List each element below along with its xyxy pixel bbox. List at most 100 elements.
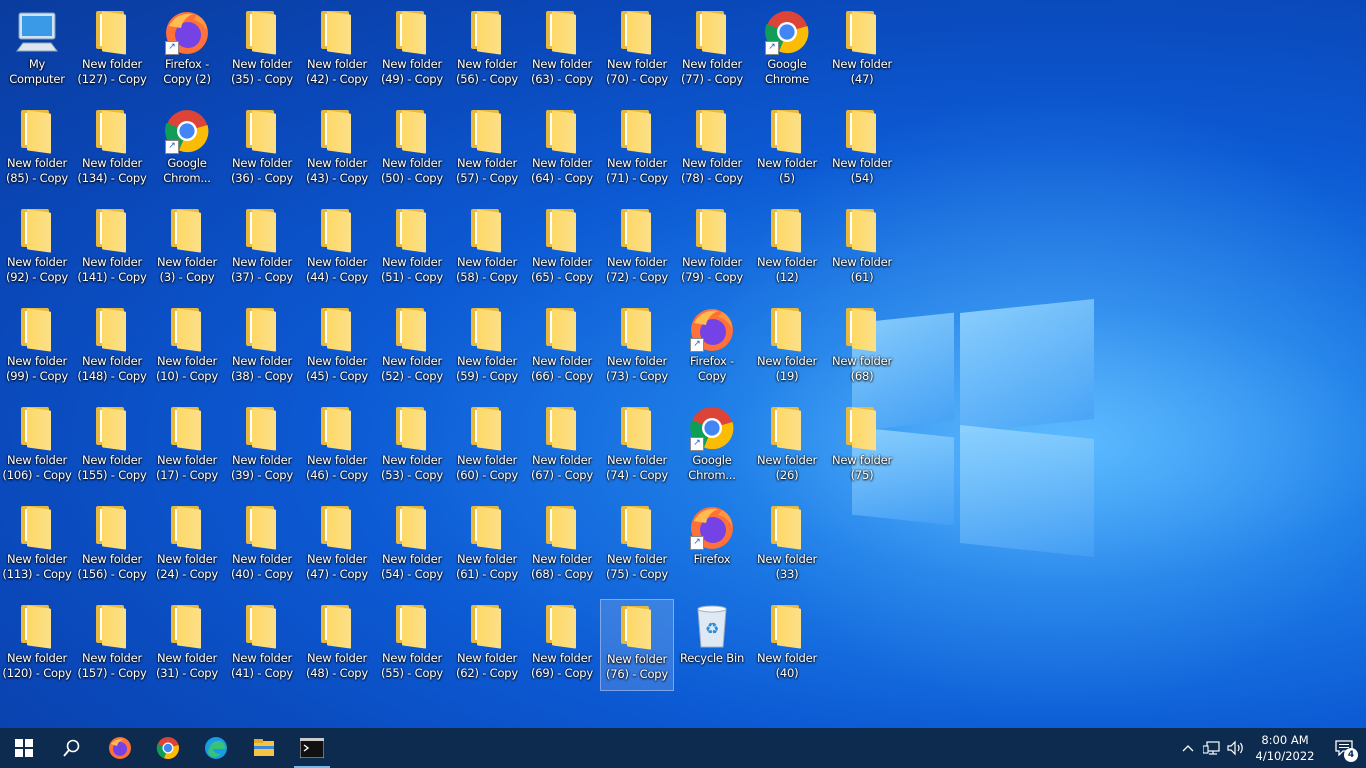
desktop-icon[interactable]: New folder (43) - Copy [300,104,374,196]
desktop-icon[interactable]: New folder (64) - Copy [525,104,599,196]
desktop-icon[interactable]: New folder (10) - Copy [150,302,224,394]
desktop-icon[interactable]: New folder (75) - Copy [600,500,674,592]
desktop-icon[interactable]: New folder (40) [750,599,824,691]
desktop-icon[interactable]: New folder (19) [750,302,824,394]
desktop-icon[interactable]: New folder (157) - Copy [75,599,149,691]
desktop-icon[interactable]: New folder (78) - Copy [675,104,749,196]
desktop-icon[interactable]: New folder (44) - Copy [300,203,374,295]
desktop-icon[interactable]: New folder (50) - Copy [375,104,449,196]
desktop-icon[interactable]: New folder (59) - Copy [450,302,524,394]
desktop-icon[interactable]: ↗ Firefox - Copy [675,302,749,394]
desktop-icon[interactable]: ↗ Google Chrome [750,5,824,97]
desktop-icon[interactable]: My Computer [0,5,74,97]
desktop-icon[interactable]: New folder (61) - Copy [450,500,524,592]
desktop-icon[interactable]: ↗ Firefox [675,500,749,592]
desktop-icon[interactable]: New folder (134) - Copy [75,104,149,196]
desktop-icon[interactable]: New folder (35) - Copy [225,5,299,97]
folder-icon [538,306,586,352]
desktop-icon[interactable]: New folder (57) - Copy [450,104,524,196]
volume-button[interactable] [1224,728,1248,768]
desktop-icon[interactable]: New folder (77) - Copy [675,5,749,97]
desktop-icon[interactable]: New folder (92) - Copy [0,203,74,295]
desktop-icon[interactable]: New folder (72) - Copy [600,203,674,295]
desktop-icon[interactable]: New folder (37) - Copy [225,203,299,295]
taskbar-firefox[interactable] [96,728,144,768]
desktop-icon[interactable]: New folder (68) [825,302,899,394]
taskbar-chrome[interactable] [144,728,192,768]
taskbar-edge[interactable] [192,728,240,768]
folder-icon [313,108,361,154]
desktop-icon[interactable]: New folder (61) [825,203,899,295]
desktop-icon[interactable]: New folder (26) [750,401,824,493]
desktop-icon[interactable]: New folder (148) - Copy [75,302,149,394]
desktop-icon[interactable]: New folder (52) - Copy [375,302,449,394]
desktop-icon[interactable]: New folder (65) - Copy [525,203,599,295]
desktop-icon[interactable]: New folder (47) [825,5,899,97]
desktop-icon[interactable]: New folder (56) - Copy [450,5,524,97]
desktop-icon[interactable]: New folder (73) - Copy [600,302,674,394]
desktop-icon[interactable]: ♻ Recycle Bin [675,599,749,691]
desktop-icon[interactable]: New folder (12) [750,203,824,295]
desktop-icon[interactable]: New folder (74) - Copy [600,401,674,493]
desktop-icon[interactable]: New folder (38) - Copy [225,302,299,394]
desktop-icon[interactable]: New folder (63) - Copy [525,5,599,97]
desktop-icon[interactable]: New folder (42) - Copy [300,5,374,97]
desktop-icon[interactable]: New folder (99) - Copy [0,302,74,394]
desktop-icon[interactable]: ↗ Google Chrom... [150,104,224,196]
desktop-icon[interactable]: New folder (70) - Copy [600,5,674,97]
taskbar-file-explorer[interactable] [240,728,288,768]
desktop-icon[interactable]: New folder (55) - Copy [375,599,449,691]
desktop-icon[interactable]: New folder (79) - Copy [675,203,749,295]
folder-icon [463,504,511,550]
desktop-icon[interactable]: New folder (3) - Copy [150,203,224,295]
start-button[interactable] [0,728,48,768]
action-center-button[interactable]: 4 [1322,728,1366,768]
desktop-icon[interactable]: ↗ Google Chrom... [675,401,749,493]
desktop-icon[interactable]: New folder (113) - Copy [0,500,74,592]
desktop-icon[interactable]: ↗ Firefox - Copy (2) [150,5,224,97]
desktop-icon[interactable]: New folder (47) - Copy [300,500,374,592]
desktop-icon[interactable]: New folder (106) - Copy [0,401,74,493]
desktop-icon[interactable]: New folder (69) - Copy [525,599,599,691]
desktop-icon[interactable]: New folder (45) - Copy [300,302,374,394]
desktop-icon[interactable]: New folder (54) [825,104,899,196]
desktop-icon[interactable]: New folder (71) - Copy [600,104,674,196]
taskbar-terminal[interactable] [288,728,336,768]
search-button[interactable] [48,728,96,768]
desktop-icon[interactable]: New folder (62) - Copy [450,599,524,691]
desktop-icon[interactable]: New folder (33) [750,500,824,592]
desktop-icon[interactable]: New folder (5) [750,104,824,196]
desktop-icon[interactable]: New folder (51) - Copy [375,203,449,295]
desktop-icon[interactable]: New folder (141) - Copy [75,203,149,295]
network-button[interactable] [1200,728,1224,768]
desktop-icon[interactable]: New folder (40) - Copy [225,500,299,592]
desktop-icon[interactable]: New folder (120) - Copy [0,599,74,691]
desktop-icon[interactable]: New folder (68) - Copy [525,500,599,592]
desktop-icon[interactable]: New folder (24) - Copy [150,500,224,592]
desktop-icon[interactable]: New folder (39) - Copy [225,401,299,493]
desktop-icon-label: Google Chrome [765,57,809,86]
desktop-icon[interactable]: New folder (41) - Copy [225,599,299,691]
desktop-icon[interactable]: New folder (66) - Copy [525,302,599,394]
show-hidden-icons-button[interactable] [1176,728,1200,768]
desktop-icon[interactable]: New folder (155) - Copy [75,401,149,493]
desktop-icon[interactable]: New folder (54) - Copy [375,500,449,592]
desktop-icon[interactable]: New folder (31) - Copy [150,599,224,691]
desktop-icon[interactable]: New folder (46) - Copy [300,401,374,493]
desktop-icon[interactable]: New folder (85) - Copy [0,104,74,196]
desktop-icon[interactable]: New folder (36) - Copy [225,104,299,196]
desktop-icon[interactable]: New folder (60) - Copy [450,401,524,493]
desktop-icon[interactable]: New folder (156) - Copy [75,500,149,592]
desktop-icon[interactable]: New folder (67) - Copy [525,401,599,493]
desktop-icon[interactable]: New folder (75) [825,401,899,493]
desktop-icon[interactable]: New folder (58) - Copy [450,203,524,295]
taskbar-clock[interactable]: 8:00 AM 4/10/2022 [1248,732,1322,764]
desktop-icon[interactable]: New folder (49) - Copy [375,5,449,97]
desktop-icon[interactable]: New folder (48) - Copy [300,599,374,691]
desktop-icon[interactable]: New folder (53) - Copy [375,401,449,493]
folder-icon [388,306,436,352]
desktop-icon[interactable]: New folder (127) - Copy [75,5,149,97]
desktop-icon-label: New folder (17) - Copy [155,453,219,482]
desktop-icon[interactable]: New folder (17) - Copy [150,401,224,493]
desktop-icon[interactable]: New folder (76) - Copy [600,599,674,691]
